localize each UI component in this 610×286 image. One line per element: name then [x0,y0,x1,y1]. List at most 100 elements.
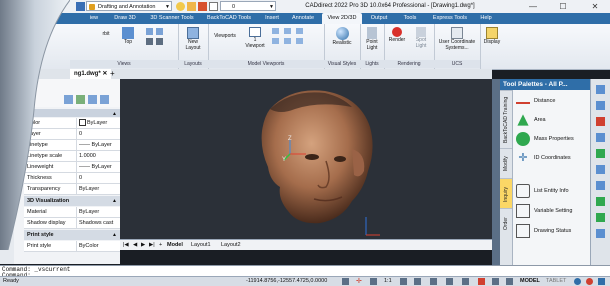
property-value[interactable]: Shadows cast [76,218,120,228]
tool-palettes-title[interactable]: Tool Palettes - All P... [500,79,590,90]
tab-tools[interactable]: Tools [398,13,422,24]
snap-icon[interactable]: ✛ [356,278,363,285]
customize-icon[interactable] [598,278,605,285]
tab-3d-scanner-tools[interactable]: 3D Scanner Tools [146,13,198,24]
tool-mass-properties[interactable]: Mass Properties [514,130,590,148]
property-value[interactable]: 1.0000 [76,151,120,161]
property-value[interactable]: 0 [76,129,120,139]
toolbar-icon[interactable] [596,117,605,126]
model-space-toggle[interactable]: MODEL [520,278,540,284]
lineweight-icon[interactable] [446,278,453,285]
osnap-icon[interactable] [414,278,421,285]
settings-icon[interactable] [100,95,109,104]
viewport-split-icon[interactable] [284,28,291,34]
collapse-icon[interactable]: ▲ [112,230,117,240]
workspace-switch-icon[interactable] [574,278,581,285]
maximize-icon[interactable]: ☐ [552,0,574,13]
vtab-inquiry[interactable]: Inquiry [500,178,512,209]
otrack-icon[interactable] [430,278,437,285]
close-icon[interactable]: ✕ [584,0,606,13]
tab-view[interactable]: iew [84,13,104,24]
lightbulb-icon[interactable] [176,2,185,11]
property-value[interactable]: —— ByLayer [76,140,120,150]
tab-nav-prev-icon[interactable]: ◀ [133,240,137,250]
tool-variable-setting[interactable]: Variable Setting [514,202,590,220]
camera-icon[interactable] [146,28,153,35]
property-value[interactable]: ByLayer [76,207,120,217]
tab-help[interactable]: Help [476,13,496,24]
ortho-icon[interactable] [370,278,377,285]
toolbar-icon[interactable] [596,101,605,110]
viewports-button[interactable]: Viewports [210,33,240,40]
toolbar-icon[interactable] [596,213,605,222]
tab-model[interactable]: Model [167,240,183,250]
toolbar-icon[interactable] [596,149,605,158]
tab-nav-first-icon[interactable]: |◀ [123,240,129,250]
sun-icon[interactable] [187,2,196,11]
minimize-icon[interactable]: — [522,0,544,13]
property-value[interactable]: ByLayer [76,184,120,194]
ucs-gizmo[interactable] [278,134,318,174]
viewport-split-icon[interactable] [296,38,303,44]
property-value[interactable]: ByLayer [76,118,120,128]
document-tab[interactable]: ng1.dwg* ✕ [70,69,112,79]
toolbar-icon[interactable] [596,165,605,174]
vtab-backtocad-training[interactable]: BackToCAD Training [500,90,512,149]
dynamic-input-icon[interactable] [506,278,513,285]
vtab-modify[interactable]: Modify [500,148,512,179]
add-layout-icon[interactable]: + [159,240,162,250]
walk-icon[interactable] [146,38,153,45]
annotation-scale[interactable]: 1:1 [384,278,392,284]
dynamic-ucs-icon[interactable] [492,278,499,285]
tab-nav-next-icon[interactable]: ▶ [141,240,145,250]
render-button[interactable]: Render [386,27,408,44]
app-menu-icon[interactable] [76,2,85,11]
add-tab-icon[interactable]: + [110,69,115,79]
tab-backtocad-tools[interactable]: BackToCAD Tools [202,13,256,24]
collapse-icon[interactable]: ▲ [112,196,117,206]
layer-color-icon[interactable] [209,2,218,11]
property-value[interactable]: 0 [76,173,120,183]
spot-light-button[interactable]: Spot Light [410,27,432,49]
notification-icon[interactable] [586,278,593,285]
tab-output[interactable]: Output [366,13,392,24]
toolbar-icon[interactable] [596,133,605,142]
tool-palette-strip[interactable] [492,79,500,265]
transparency-icon[interactable] [462,278,469,285]
tool-list-entity-info[interactable]: List Entity Info [514,182,590,200]
toolbar-icon[interactable] [596,229,605,238]
top-view-button[interactable]: Top [118,27,138,46]
tab-layout2[interactable]: Layout2 [221,240,241,250]
viewport-split-icon[interactable] [272,38,279,44]
close-icon[interactable]: ✕ [102,71,107,77]
tab-nav-last-icon[interactable]: ▶| [149,240,155,250]
tool-area[interactable]: Area [514,111,590,129]
lock-icon[interactable] [198,2,207,11]
tab-layout1[interactable]: Layout1 [191,240,211,250]
realistic-button[interactable]: Realistic [327,27,357,47]
orbit-button[interactable]: rbit [100,31,112,38]
viewport-split-icon[interactable] [296,28,303,34]
point-light-button[interactable]: Point Light [361,27,383,51]
toggle-pickadd-icon[interactable] [88,95,97,104]
tab-express-tools[interactable]: Express Tools [428,13,472,24]
selection-cycling-icon[interactable] [478,278,485,285]
one-viewport-button[interactable]: 1 Viewport [244,27,266,49]
select-objects-icon[interactable] [76,95,85,104]
fly-icon[interactable] [156,38,163,45]
workspace-dropdown[interactable]: Drafting and Annotation ▼ [86,1,172,11]
property-value[interactable]: —— ByLayer [76,162,120,172]
named-view-icon[interactable] [156,28,163,35]
toolbar-icon[interactable] [596,181,605,190]
display-button[interactable]: Display [481,27,503,46]
tool-id-coordinates[interactable]: ✛ ID Coordinates [514,149,590,167]
tool-drawing-status[interactable]: Drawing Status [514,222,590,240]
tab-view-2d-3d[interactable]: View 2D/3D [322,13,362,24]
toolbar-icon[interactable] [596,85,605,94]
vtab-order[interactable]: Order [500,208,512,239]
tab-draw-3d[interactable]: Draw 3D [108,13,142,24]
viewport-split-icon[interactable] [284,38,291,44]
grid-icon[interactable] [342,278,349,285]
user-coordinate-systems-button[interactable]: User Coordinate Systems... [436,27,478,51]
tab-insert[interactable]: Insert [260,13,284,24]
